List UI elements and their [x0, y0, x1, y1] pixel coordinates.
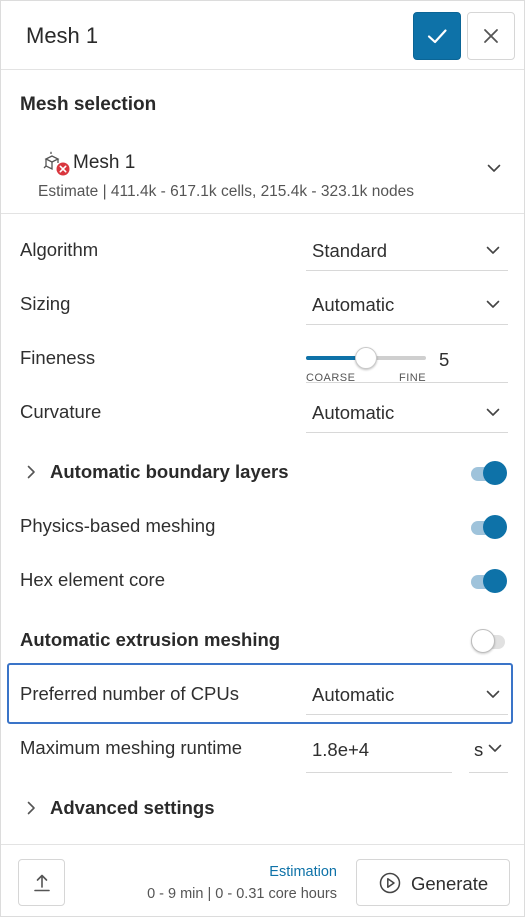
- chevron-down-icon: [486, 408, 500, 416]
- max-runtime-value: 1.8e+4: [312, 739, 370, 760]
- hex-element-core-toggle[interactable]: [471, 569, 507, 593]
- estimation-link[interactable]: Estimation: [269, 864, 337, 880]
- close-icon: [484, 29, 498, 43]
- curvature-label: Curvature: [20, 401, 102, 422]
- max-runtime-label: Maximum meshing runtime: [20, 737, 243, 758]
- physics-based-meshing-label: Physics-based meshing: [20, 515, 216, 536]
- chevron-down-icon: [486, 246, 500, 254]
- automatic-extrusion-meshing-toggle[interactable]: [471, 629, 507, 653]
- chevron-down-icon: [486, 690, 500, 698]
- curvature-value: Automatic: [312, 402, 395, 423]
- physics-based-meshing-toggle[interactable]: [471, 515, 507, 539]
- close-button[interactable]: [467, 12, 515, 60]
- curvature-select[interactable]: Automatic: [306, 395, 508, 433]
- sizing-label: Sizing: [20, 293, 71, 314]
- runtime-unit-select[interactable]: s: [469, 731, 508, 773]
- algorithm-label: Algorithm: [20, 239, 99, 260]
- upload-icon: [33, 874, 50, 891]
- max-runtime-input[interactable]: 1.8e+4: [306, 731, 452, 773]
- chevron-down-icon: [488, 744, 502, 752]
- generate-label: Generate: [411, 873, 489, 894]
- mesh-selection-section[interactable]: Mesh selection Mesh 1 Estimate | 411.4k …: [1, 70, 524, 214]
- chevron-right-icon[interactable]: [27, 465, 36, 479]
- mesh-name: Mesh 1: [73, 152, 136, 173]
- algorithm-value: Standard: [312, 240, 388, 261]
- mesh-estimate: Estimate | 411.4k - 617.1k cells, 215.4k…: [38, 183, 414, 200]
- fineness-min-label: COARSE: [306, 372, 356, 384]
- export-button[interactable]: [18, 859, 65, 906]
- mesh-settings-panel: Mesh 1 Mesh selection Mesh 1 Estimate | …: [0, 0, 525, 917]
- chevron-down-icon[interactable]: [487, 164, 501, 173]
- panel-header: Mesh 1: [1, 1, 524, 70]
- algorithm-select[interactable]: Standard: [306, 233, 508, 271]
- chevron-right-icon[interactable]: [27, 801, 36, 815]
- automatic-boundary-layers-toggle[interactable]: [471, 461, 507, 485]
- sizing-select[interactable]: Automatic: [306, 287, 508, 325]
- chevron-down-icon: [486, 300, 500, 308]
- hex-element-core-label: Hex element core: [20, 569, 165, 590]
- confirm-button[interactable]: [413, 12, 461, 60]
- mesh-error-icon: [43, 151, 70, 176]
- check-icon: [427, 29, 447, 44]
- play-circle-icon: [379, 872, 401, 894]
- preferred-cpus-value: Automatic: [312, 684, 395, 705]
- mesh-selection-title: Mesh selection: [20, 94, 157, 115]
- generate-button[interactable]: Generate: [356, 859, 510, 906]
- slider-thumb[interactable]: [355, 347, 377, 369]
- fineness-value: 5: [439, 349, 450, 370]
- runtime-unit-value: s: [474, 739, 484, 760]
- fineness-max-label: FINE: [399, 372, 427, 384]
- sizing-value: Automatic: [312, 294, 395, 315]
- fineness-label: Fineness: [20, 347, 96, 368]
- preferred-cpus-select[interactable]: Automatic: [306, 677, 508, 715]
- panel-title: Mesh 1: [26, 23, 99, 48]
- advanced-settings-label[interactable]: Advanced settings: [50, 797, 215, 819]
- preferred-cpus-label: Preferred number of CPUs: [20, 683, 240, 704]
- automatic-boundary-layers-label[interactable]: Automatic boundary layers: [50, 461, 289, 483]
- fineness-slider[interactable]: 5 COARSE FINE: [306, 341, 508, 384]
- automatic-extrusion-meshing-label: Automatic extrusion meshing: [20, 629, 281, 650]
- estimation-value: 0 - 9 min | 0 - 0.31 core hours: [147, 886, 337, 902]
- panel-footer: Estimation 0 - 9 min | 0 - 0.31 core hou…: [1, 844, 524, 917]
